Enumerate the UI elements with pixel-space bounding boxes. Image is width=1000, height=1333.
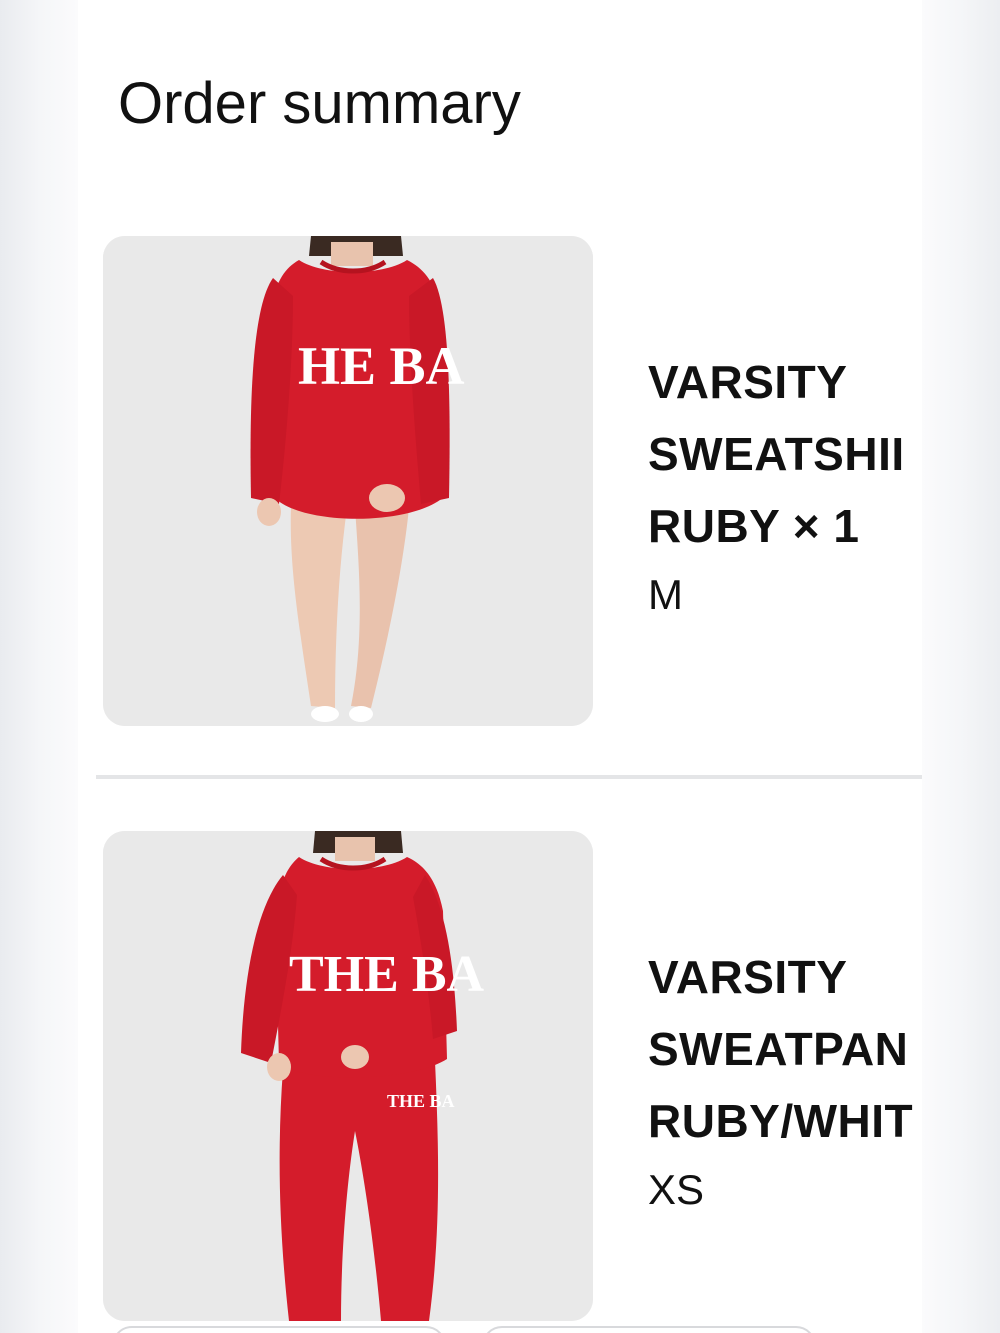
product-name-line: VARSITY (648, 356, 848, 408)
product-name-line: RUBY × 1 (648, 500, 860, 552)
product-image: HE BA (103, 236, 593, 726)
order-summary-panel: Order summary HE BA VARSITY SWEATSHII RU… (78, 0, 922, 1333)
product-name-line: RUBY/WHIT (648, 1095, 914, 1147)
sweatpants-print-text: THE BA (387, 1091, 455, 1111)
product-name-line: VARSITY (648, 951, 848, 1003)
sweatshirt-print-text: HE BA (298, 336, 465, 396)
action-button-partial[interactable] (112, 1326, 446, 1333)
order-line-item: THE BA THE BA VARSITY SWEATPAN RUBY/WHIT… (78, 831, 922, 1321)
action-button-partial[interactable] (482, 1326, 816, 1333)
sweatshirt-print-text: THE BA (289, 946, 484, 1003)
product-variant: XS (648, 1166, 705, 1213)
order-summary-title: Order summary (118, 71, 521, 136)
sweatshirt-illustration: HE BA (103, 236, 593, 726)
item-divider (96, 775, 922, 779)
product-variant: M (648, 571, 683, 618)
product-info: VARSITY SWEATSHII RUBY × 1 M (648, 346, 922, 628)
product-info: VARSITY SWEATPAN RUBY/WHIT XS (648, 941, 922, 1223)
product-name-line: SWEATSHII (648, 428, 905, 480)
product-image: THE BA THE BA (103, 831, 593, 1321)
product-name-line: SWEATPAN (648, 1023, 909, 1075)
sweatpants-illustration: THE BA THE BA (103, 831, 593, 1321)
order-line-item: HE BA VARSITY SWEATSHII RUBY × 1 M (78, 236, 922, 726)
